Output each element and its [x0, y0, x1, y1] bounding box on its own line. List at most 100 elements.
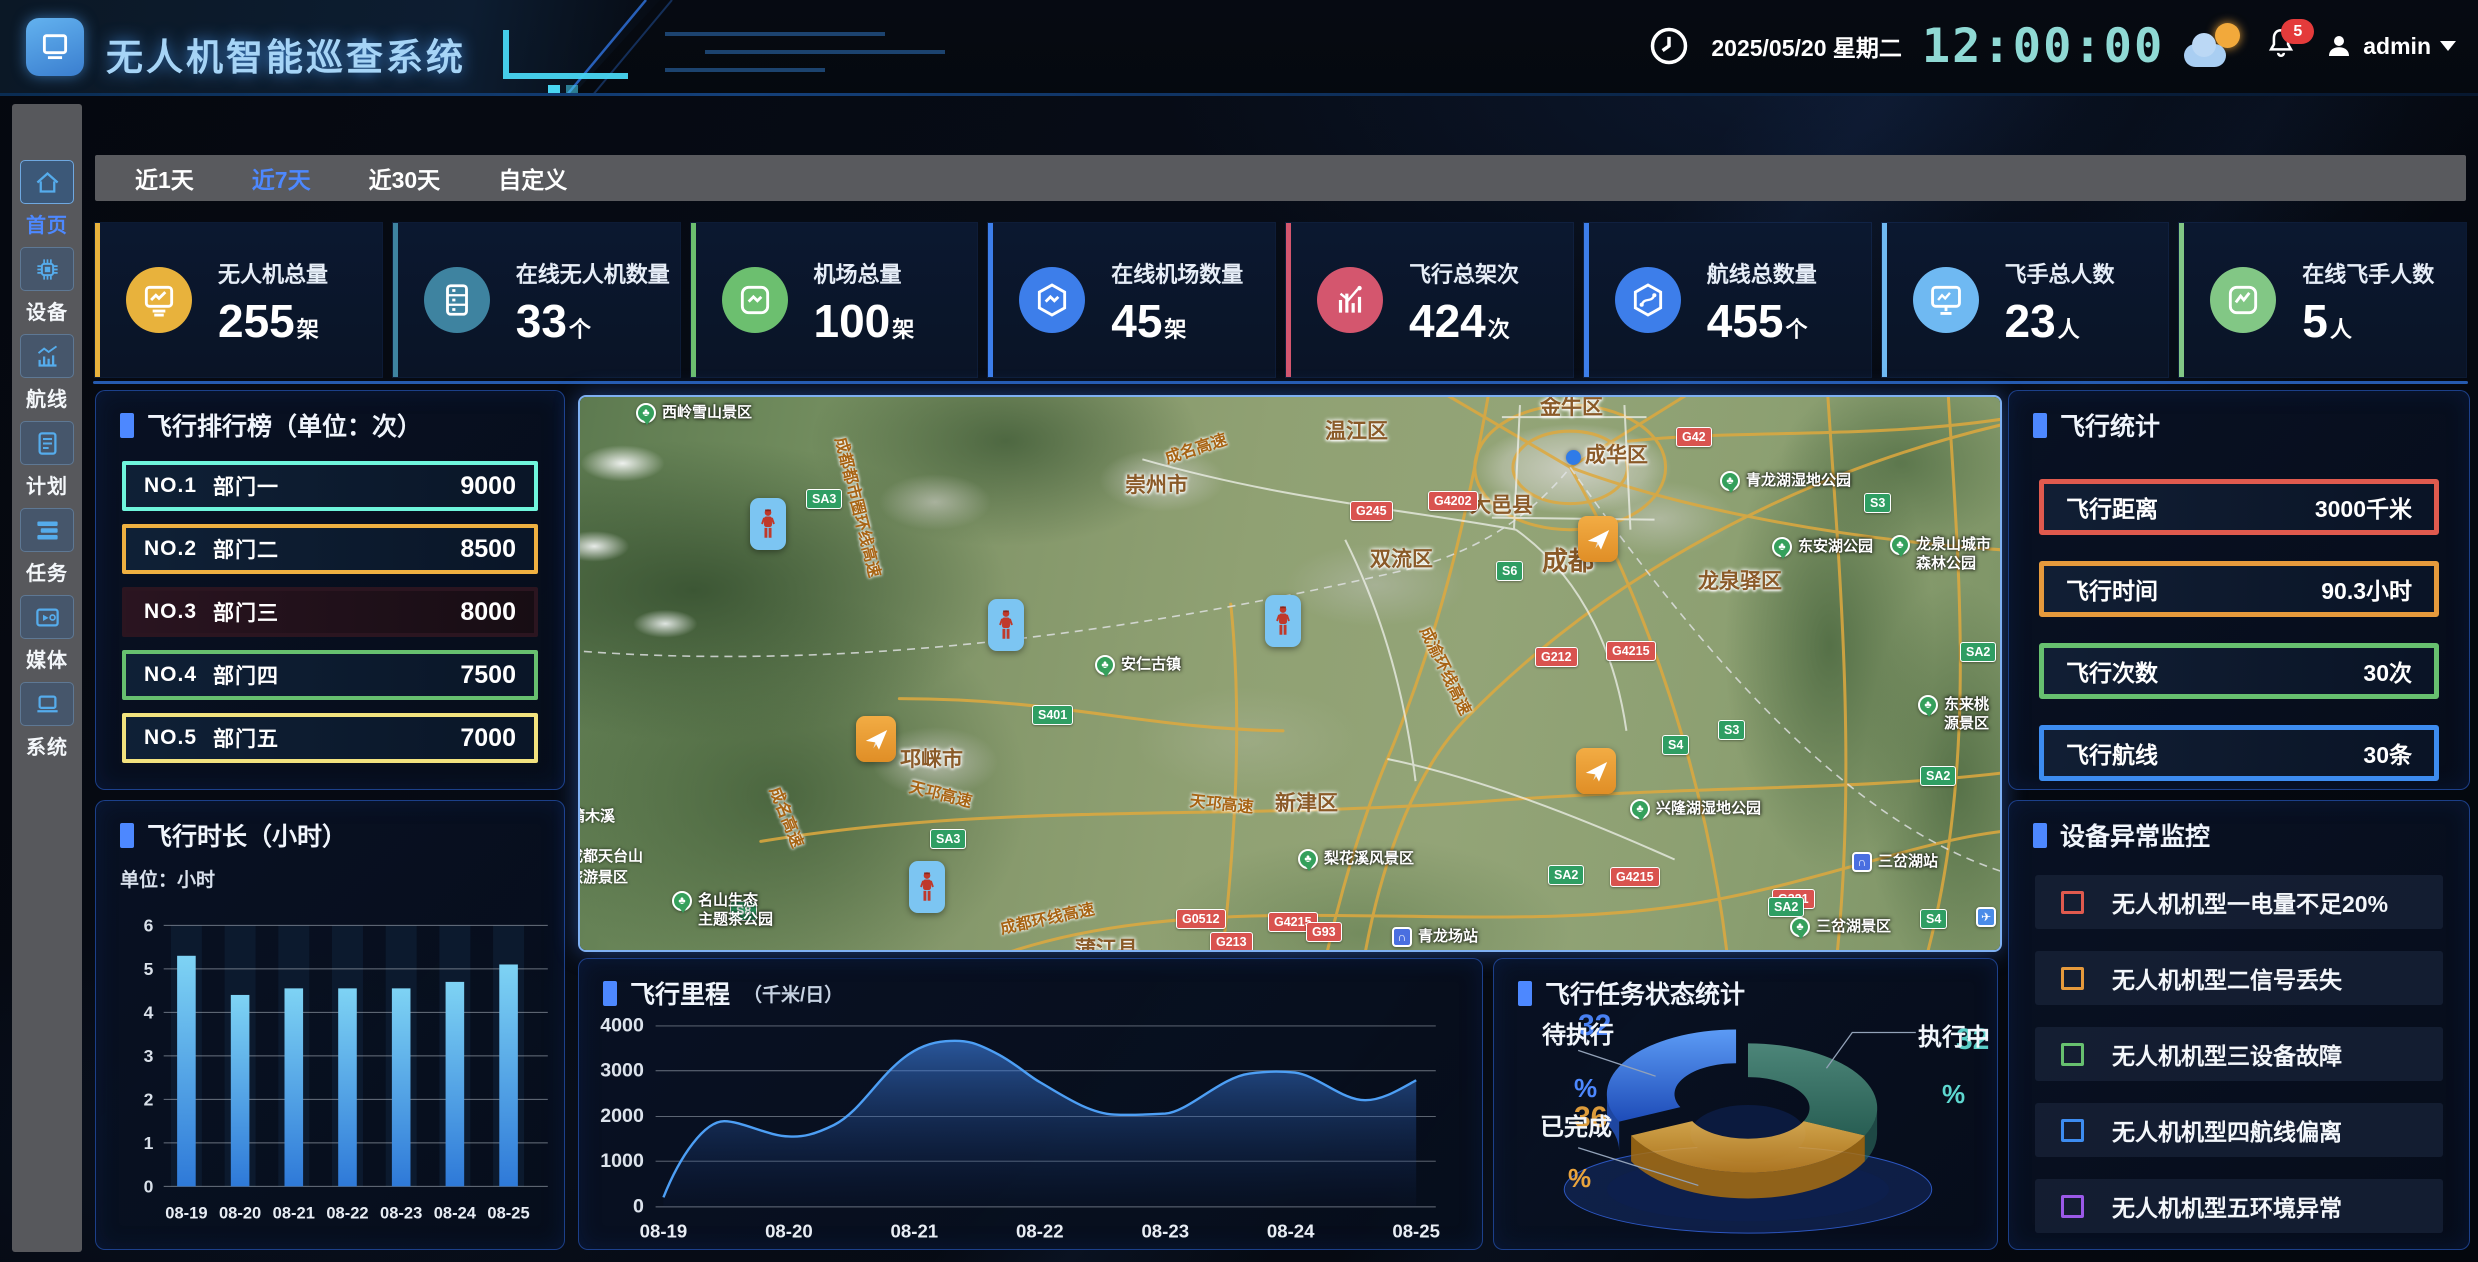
sidebar-item-label: 设备: [26, 296, 68, 325]
stat-card: 在线机场数量45架: [988, 223, 1275, 377]
panel-title: 飞行排行榜（单位：次）: [96, 391, 564, 443]
header-date: 2025/05/20 星期二: [1711, 29, 1902, 63]
svg-text:2: 2: [144, 1090, 154, 1110]
ranking-row-value: 7000: [460, 724, 516, 753]
drone-marker[interactable]: [856, 716, 896, 762]
tab-自定义[interactable]: 自定义: [498, 161, 567, 195]
device-alert-label: 无人机机型五环境异常: [2112, 1189, 2342, 1223]
drone-marker[interactable]: [1576, 748, 1616, 794]
notification-bell-icon[interactable]: 5: [2264, 23, 2304, 69]
stat-card-label: 飞行总架次: [1409, 257, 1519, 289]
chip-icon: [20, 247, 74, 291]
sidebar-item-设备[interactable]: 设备: [12, 247, 82, 325]
svg-text:08-20: 08-20: [219, 1205, 261, 1223]
panel-title: 飞行统计: [2009, 391, 2469, 443]
ranking-row: NO.4部门四7500: [122, 650, 538, 700]
stat-card-value: 455个: [1707, 298, 1817, 344]
app-header: 无人机智能巡查系统 2025/05/20 星期二 12:00:00 5: [0, 0, 2478, 96]
x-tick: 08-24: [1267, 1221, 1315, 1242]
title-marker: [2033, 823, 2047, 848]
header-time: 12:00:00: [1922, 19, 2164, 74]
alert-square-icon: [2061, 1043, 2084, 1066]
stat-card-text: 在线飞手人数 5人: [2302, 257, 2434, 344]
online-drone-icon: [424, 267, 490, 333]
drone-marker[interactable]: [1578, 516, 1618, 562]
pilot-marker[interactable]: [909, 861, 945, 913]
stat-card-value: 5人: [2302, 298, 2434, 344]
svg-text:6: 6: [144, 916, 154, 936]
page-title: 无人机智能巡查系统: [106, 27, 466, 81]
svg-text:08-25: 08-25: [487, 1205, 529, 1223]
ranking-row-left: NO.2 部门二: [144, 534, 279, 564]
svg-text:0: 0: [144, 1177, 154, 1197]
sidebar-item-航线[interactable]: 航线: [12, 334, 82, 412]
task-status-donut: [1494, 959, 1997, 1249]
ranking-row-rank: NO.5: [144, 726, 197, 750]
stat-card-unit: 人: [2330, 317, 2352, 342]
ranking-row-name: 部门四: [213, 660, 279, 690]
tab-近1天[interactable]: 近1天: [135, 161, 194, 195]
stat-card-label: 在线机场数量: [1111, 257, 1243, 289]
ranking-row: NO.1部门一9000: [122, 461, 538, 511]
stat-card-value: 33个: [516, 298, 670, 344]
stat-card: 在线飞手人数 5人: [2179, 223, 2466, 377]
pilot-marker[interactable]: [988, 599, 1024, 651]
sidebar-item-任务[interactable]: 任务: [12, 508, 82, 586]
tab-近30天[interactable]: 近30天: [369, 161, 441, 195]
stat-card: 航线总数量455个: [1584, 223, 1871, 377]
dashboard: 无人机智能巡查系统 2025/05/20 星期二 12:00:00 5: [0, 0, 2478, 1262]
x-tick: 08-21: [891, 1221, 939, 1242]
pie-percent-sign: %: [1568, 1163, 1591, 1194]
pie-label: 待执行: [1542, 1015, 1614, 1050]
sidebar-item-计划[interactable]: 计划: [12, 421, 82, 499]
panel-title: 设备异常监控: [2009, 801, 2469, 853]
sidebar-item-label: 媒体: [26, 644, 68, 673]
map[interactable]: 金牛区成华区温江区双流区成都龙泉驿区崇州市大邑县邛崃市新津区蒲江县成名高速成都都…: [578, 395, 2002, 952]
ranking-row-name: 部门二: [213, 534, 279, 564]
pilot-marker[interactable]: [1265, 595, 1301, 647]
ranking-row-left: NO.5部门五: [144, 723, 279, 753]
sidebar-item-label: 计划: [26, 470, 68, 499]
sidebar-item-label: 首页: [26, 209, 68, 238]
stat-card-unit: 架: [892, 317, 914, 342]
pilot-total-icon: [1913, 267, 1979, 333]
pilot-marker[interactable]: [750, 498, 786, 550]
sidebar-item-系统[interactable]: 系统: [12, 682, 82, 760]
ranking-row-rank: NO.2: [144, 537, 197, 561]
flight-stat-row: 飞行航线30条: [2039, 725, 2439, 781]
device-alert-rows: 无人机机型一电量不足20%无人机机型二信号丢失无人机机型三设备故障无人机机型四航…: [2009, 853, 2469, 1233]
stat-card-text: 飞手总人数23人: [2005, 257, 2115, 344]
ranking-row-rank: NO.4: [144, 663, 197, 687]
flight-stat-row: 飞行次数30次: [2039, 643, 2439, 699]
app-logo-icon: [26, 18, 84, 76]
stat-card-text: 飞行总架次424次: [1409, 257, 1519, 344]
route-total-icon: [1615, 267, 1681, 333]
ranking-row: NO.2部门二8500: [122, 524, 538, 574]
sidebar-item-首页[interactable]: 首页: [12, 160, 82, 238]
flight-duration-panel: 飞行时长（小时） 单位：小时 012345608-1908-2008-2108-…: [95, 800, 565, 1250]
sidebar-item-媒体[interactable]: 媒体: [12, 595, 82, 673]
flight-stat-label: 飞行航线: [2066, 736, 2158, 770]
pie-label: 执行中: [1918, 1017, 1990, 1052]
stat-card-label: 无人机总量: [218, 257, 328, 289]
stat-cards-row: 无人机总量255架在线无人机数量33个机场总量100架在线机场数量45架飞行总架…: [95, 223, 2466, 377]
tab-近7天[interactable]: 近7天: [252, 161, 311, 195]
duration-bar-chart: 012345608-1908-2008-2108-2208-2308-2408-…: [110, 897, 554, 1241]
clock-icon: [1647, 24, 1691, 68]
sidebar-item-label: 任务: [26, 557, 68, 586]
media-icon: [20, 595, 74, 639]
flight-stats-panel: 飞行统计 飞行距离3000千米飞行时间90.3小时飞行次数30次飞行航线30条: [2008, 390, 2470, 790]
pie-percent-sign: %: [1574, 1073, 1597, 1104]
stat-card-unit: 架: [1164, 317, 1186, 342]
x-tick: 08-23: [1141, 1221, 1189, 1242]
stat-card-unit: 个: [569, 317, 591, 342]
stat-card-text: 无人机总量255架: [218, 257, 328, 344]
map-markers-layer: [580, 397, 2000, 950]
svg-text:08-19: 08-19: [165, 1205, 207, 1223]
stat-card-label: 在线飞手人数: [2302, 257, 2434, 289]
device-alert-row: 无人机机型一电量不足20%: [2035, 875, 2443, 929]
flight-stat-row: 飞行距离3000千米: [2039, 479, 2439, 535]
ranking-row-name: 部门三: [213, 597, 279, 627]
user-menu[interactable]: admin: [2324, 31, 2456, 61]
task-list-icon: [20, 508, 74, 552]
